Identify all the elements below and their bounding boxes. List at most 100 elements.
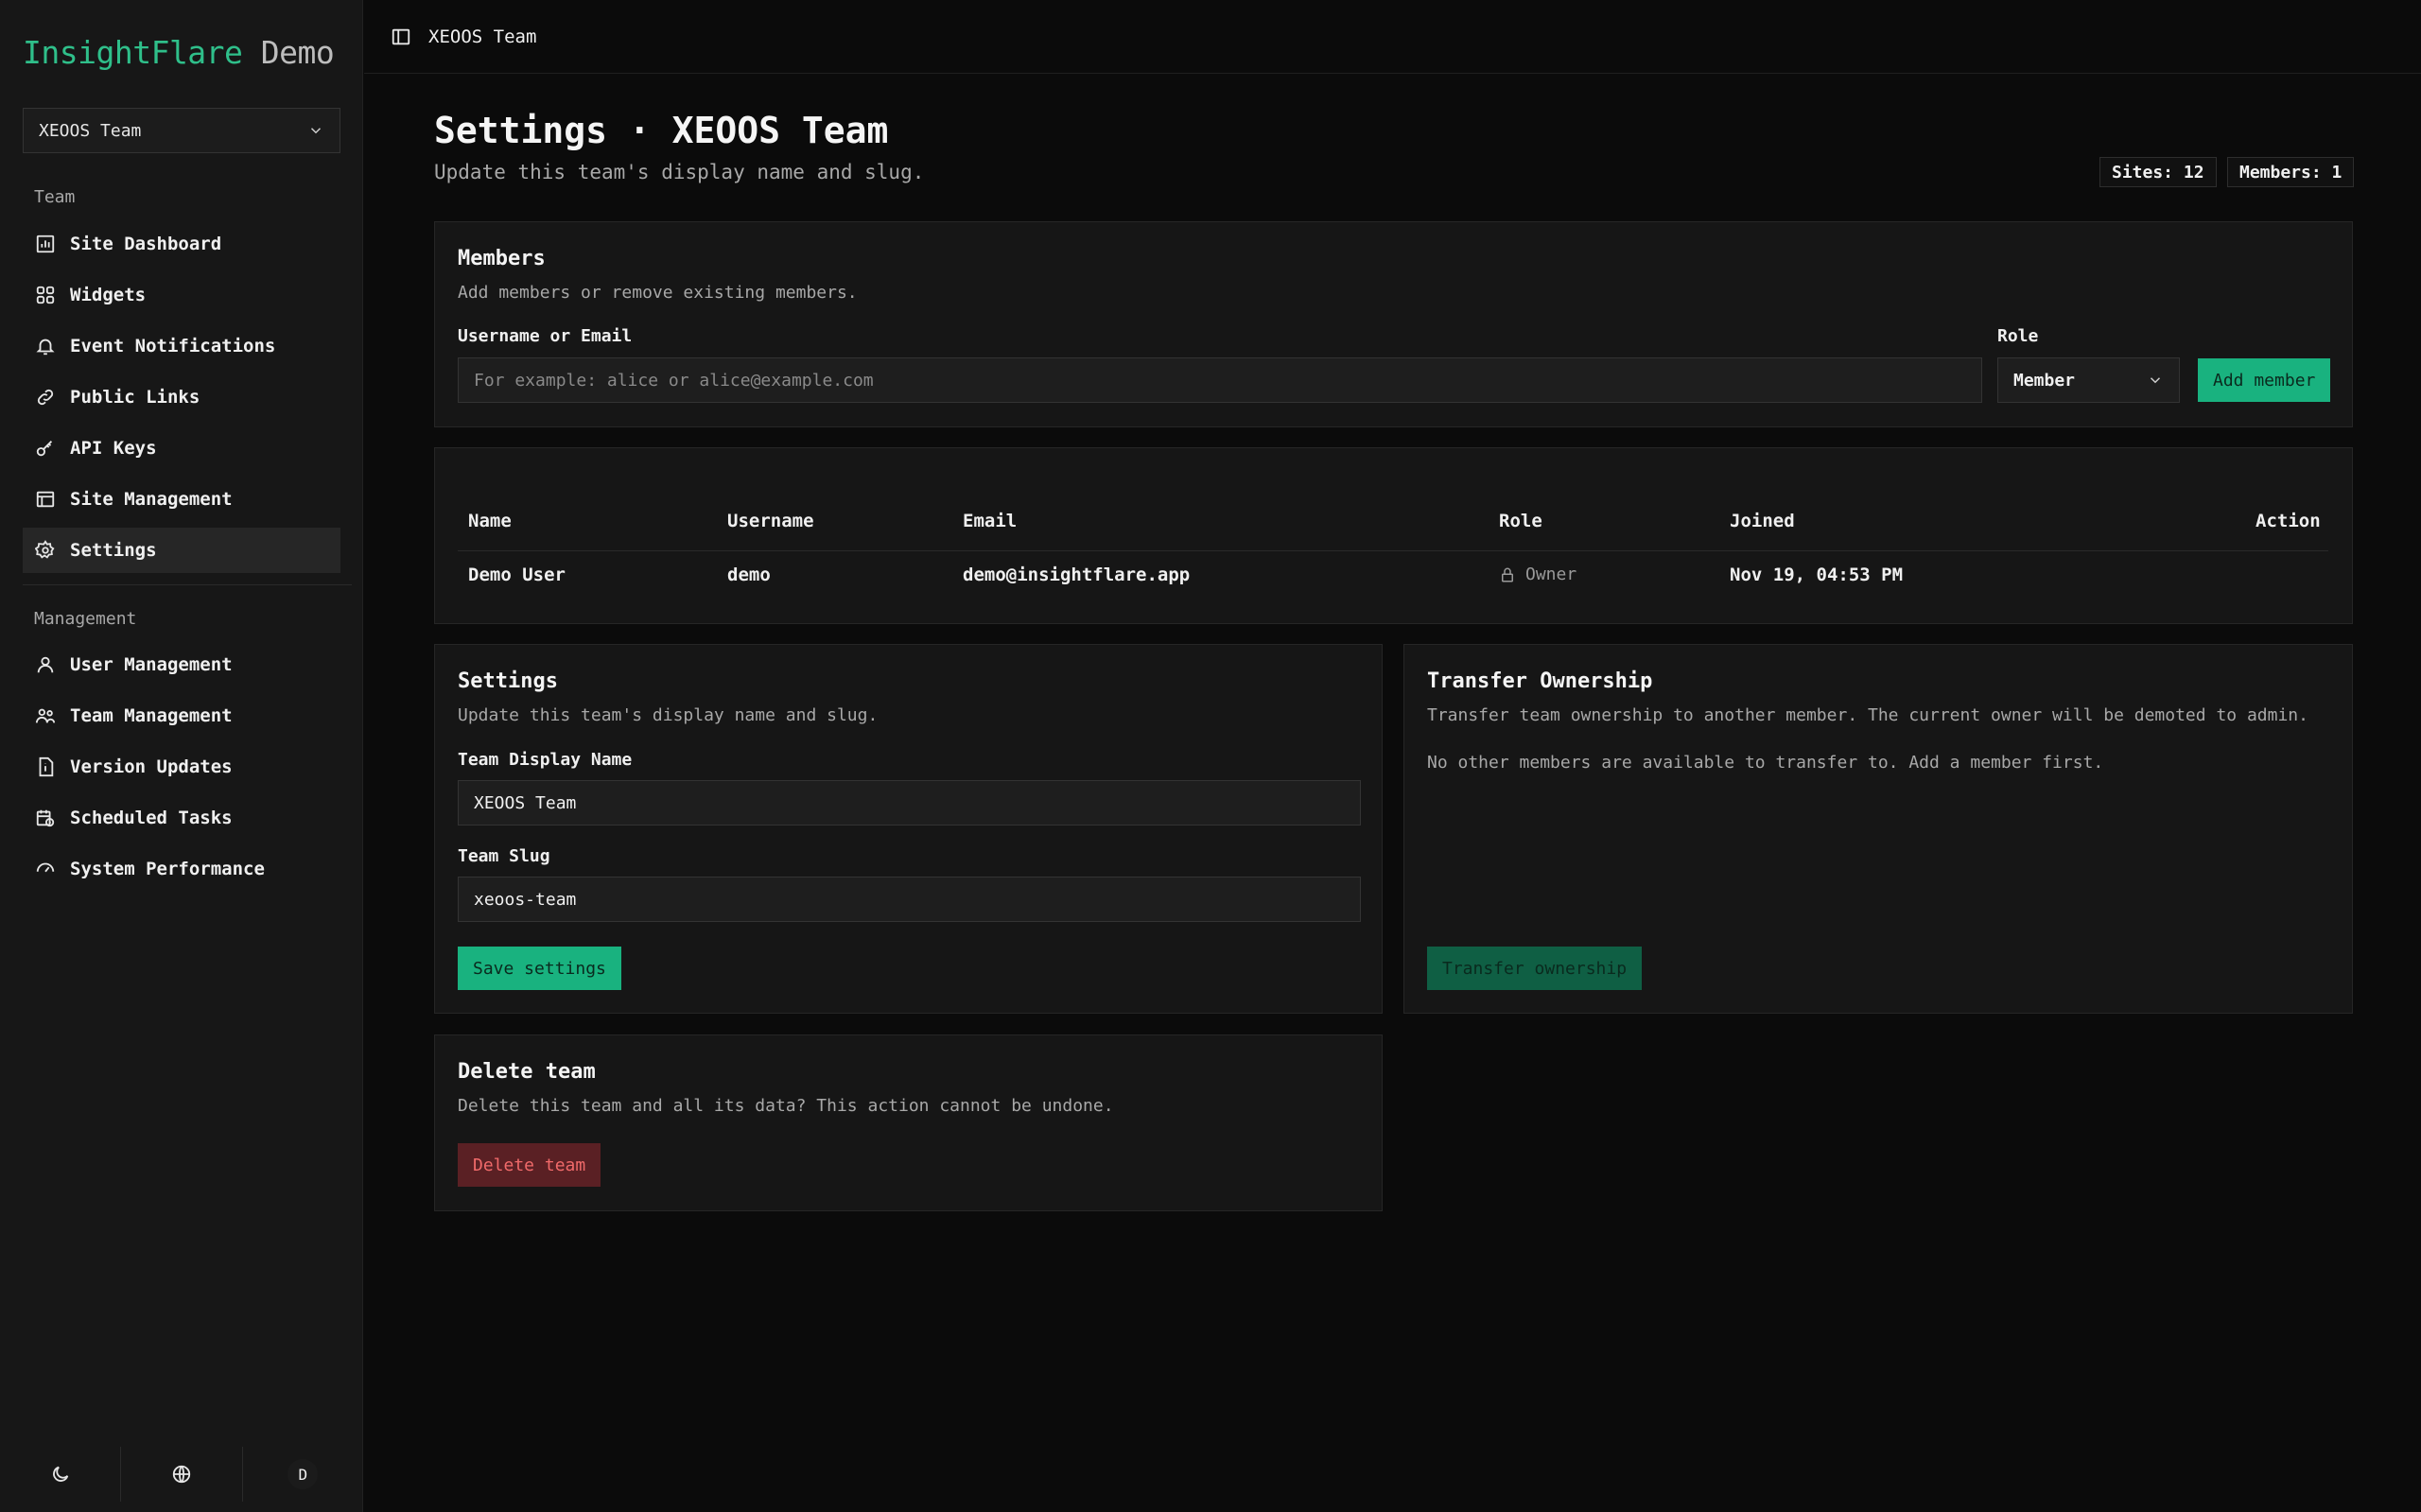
user-icon	[34, 653, 57, 676]
settings-description: Update this team's display name and slug…	[458, 705, 879, 725]
sidebar-item-api-keys[interactable]: API Keys	[23, 426, 340, 471]
cell-username: demo	[727, 565, 771, 585]
file-info-icon	[34, 756, 57, 778]
sidebar-item-label: Public Links	[70, 387, 200, 408]
sidebar-item-label: Event Notifications	[70, 336, 276, 356]
username-input[interactable]: For example: alice or alice@example.com	[458, 357, 1982, 403]
transfer-title: Transfer Ownership	[1427, 669, 1653, 693]
language-button[interactable]	[121, 1447, 243, 1502]
bell-icon	[34, 335, 57, 357]
browser-icon	[34, 488, 57, 511]
username-label: Username or Email	[458, 326, 633, 346]
page-subtitle: Update this team's display name and slug…	[434, 161, 925, 183]
team-select-value: XEOOS Team	[39, 120, 142, 141]
section-label-management: Management	[34, 609, 137, 629]
sidebar-item-version-updates[interactable]: Version Updates	[23, 744, 340, 790]
sidebar-item-public-links[interactable]: Public Links	[23, 374, 340, 420]
moon-icon	[52, 1466, 68, 1482]
gear-icon	[34, 539, 57, 562]
avatar: D	[287, 1459, 319, 1489]
sidebar-item-event-notifications[interactable]: Event Notifications	[23, 323, 340, 369]
cell-joined: Nov 19, 04:53 PM	[1730, 565, 1904, 585]
gauge-icon	[34, 858, 57, 880]
link-icon	[34, 386, 57, 408]
sidebar-item-label: Version Updates	[70, 756, 233, 777]
brand-secondary: Demo	[260, 34, 335, 71]
save-settings-button[interactable]: Save settings	[458, 947, 621, 990]
sidebar-footer: D	[0, 1447, 363, 1502]
members-title: Members	[458, 247, 546, 270]
members-badge: Members: 1	[2227, 157, 2355, 187]
display-name-label: Team Display Name	[458, 750, 633, 770]
sidebar-item-widgets[interactable]: Widgets	[23, 272, 340, 318]
sidebar-divider	[23, 584, 352, 585]
lock-icon	[1502, 567, 1513, 582]
members-table-card	[434, 447, 2353, 624]
delete-team-button[interactable]: Delete team	[458, 1143, 601, 1187]
delete-card: Delete team Delete this team and all its…	[434, 1034, 1383, 1211]
cell-name: Demo User	[468, 565, 566, 585]
th-username: Username	[727, 511, 814, 531]
breadcrumb: XEOOS Team	[428, 26, 537, 47]
members-card: Members Add members or remove existing m…	[434, 221, 2353, 427]
sidebar-item-label: Scheduled Tasks	[70, 808, 233, 828]
sidebar-item-site-dashboard[interactable]: Site Dashboard	[23, 221, 340, 267]
sidebar-item-label: Site Management	[70, 489, 233, 510]
sidebar-item-label: Team Management	[70, 705, 233, 726]
sidebar-item-label: User Management	[70, 654, 233, 675]
cell-email: demo@insightflare.app	[963, 565, 1191, 585]
settings-title: Settings	[458, 669, 558, 693]
sidebar-item-team-management[interactable]: Team Management	[23, 693, 340, 739]
th-role: Role	[1499, 511, 1542, 531]
th-email: Email	[963, 511, 1018, 531]
th-action: Action	[2256, 511, 2321, 531]
sidebar-item-system-performance[interactable]: System Performance	[23, 846, 340, 892]
widgets-icon	[34, 284, 57, 306]
key-icon	[34, 437, 57, 460]
display-name-input[interactable]: XEOOS Team	[458, 780, 1361, 826]
role-label: Role	[1997, 326, 2039, 346]
cell-role: Owner	[1499, 565, 1576, 584]
theme-toggle-button[interactable]	[0, 1447, 122, 1502]
sidebar-toggle-icon[interactable]	[391, 26, 411, 47]
members-description: Add members or remove existing members.	[458, 283, 858, 303]
sidebar-item-label: Site Dashboard	[70, 234, 222, 254]
brand-primary: InsightFlare	[23, 34, 243, 71]
sidebar-item-site-management[interactable]: Site Management	[23, 477, 340, 522]
transfer-card: Transfer Ownership Transfer team ownersh…	[1403, 644, 2353, 1014]
team-select[interactable]: XEOOS Team	[23, 108, 340, 153]
section-label-team: Team	[34, 187, 76, 207]
sites-badge: Sites: 12	[2099, 157, 2217, 187]
role-select[interactable]: Member	[1997, 357, 2180, 403]
users-icon	[34, 704, 57, 727]
role-owner-label: Owner	[1525, 565, 1577, 584]
add-member-button[interactable]: Add member	[2198, 358, 2331, 402]
user-menu-button[interactable]: D	[243, 1447, 363, 1502]
chevron-down-icon	[310, 128, 322, 134]
chevron-down-icon	[2150, 377, 2161, 384]
sidebar-item-label: API Keys	[70, 438, 157, 459]
delete-description: Delete this team and all its data? This …	[458, 1096, 1114, 1116]
page-title: Settings · XEOOS Team	[434, 110, 889, 151]
transfer-note: No other members are available to transf…	[1427, 753, 2104, 773]
sidebar-item-label: Settings	[70, 540, 157, 561]
sidebar-item-label: System Performance	[70, 859, 265, 879]
table-divider	[458, 550, 2328, 551]
sidebar-item-settings[interactable]: Settings	[23, 528, 340, 573]
globe-icon	[172, 1465, 191, 1484]
sidebar-item-label: Widgets	[70, 285, 147, 305]
th-joined: Joined	[1730, 511, 1795, 531]
sidebar: InsightFlare Demo XEOOS Team Team Site D…	[0, 0, 363, 1512]
calendar-clock-icon	[34, 807, 57, 829]
topbar: XEOOS Team	[364, 0, 2421, 74]
th-name: Name	[468, 511, 512, 531]
brand-logo[interactable]: InsightFlare Demo	[23, 34, 335, 71]
settings-card: Settings Update this team's display name…	[434, 644, 1383, 1014]
chart-icon	[34, 233, 57, 255]
transfer-ownership-button[interactable]: Transfer ownership	[1427, 947, 1643, 990]
sidebar-item-scheduled-tasks[interactable]: Scheduled Tasks	[23, 795, 340, 841]
role-select-value: Member	[2013, 370, 2076, 391]
sidebar-item-user-management[interactable]: User Management	[23, 642, 340, 687]
delete-title: Delete team	[458, 1060, 596, 1084]
slug-input[interactable]: xeoos-team	[458, 877, 1361, 922]
